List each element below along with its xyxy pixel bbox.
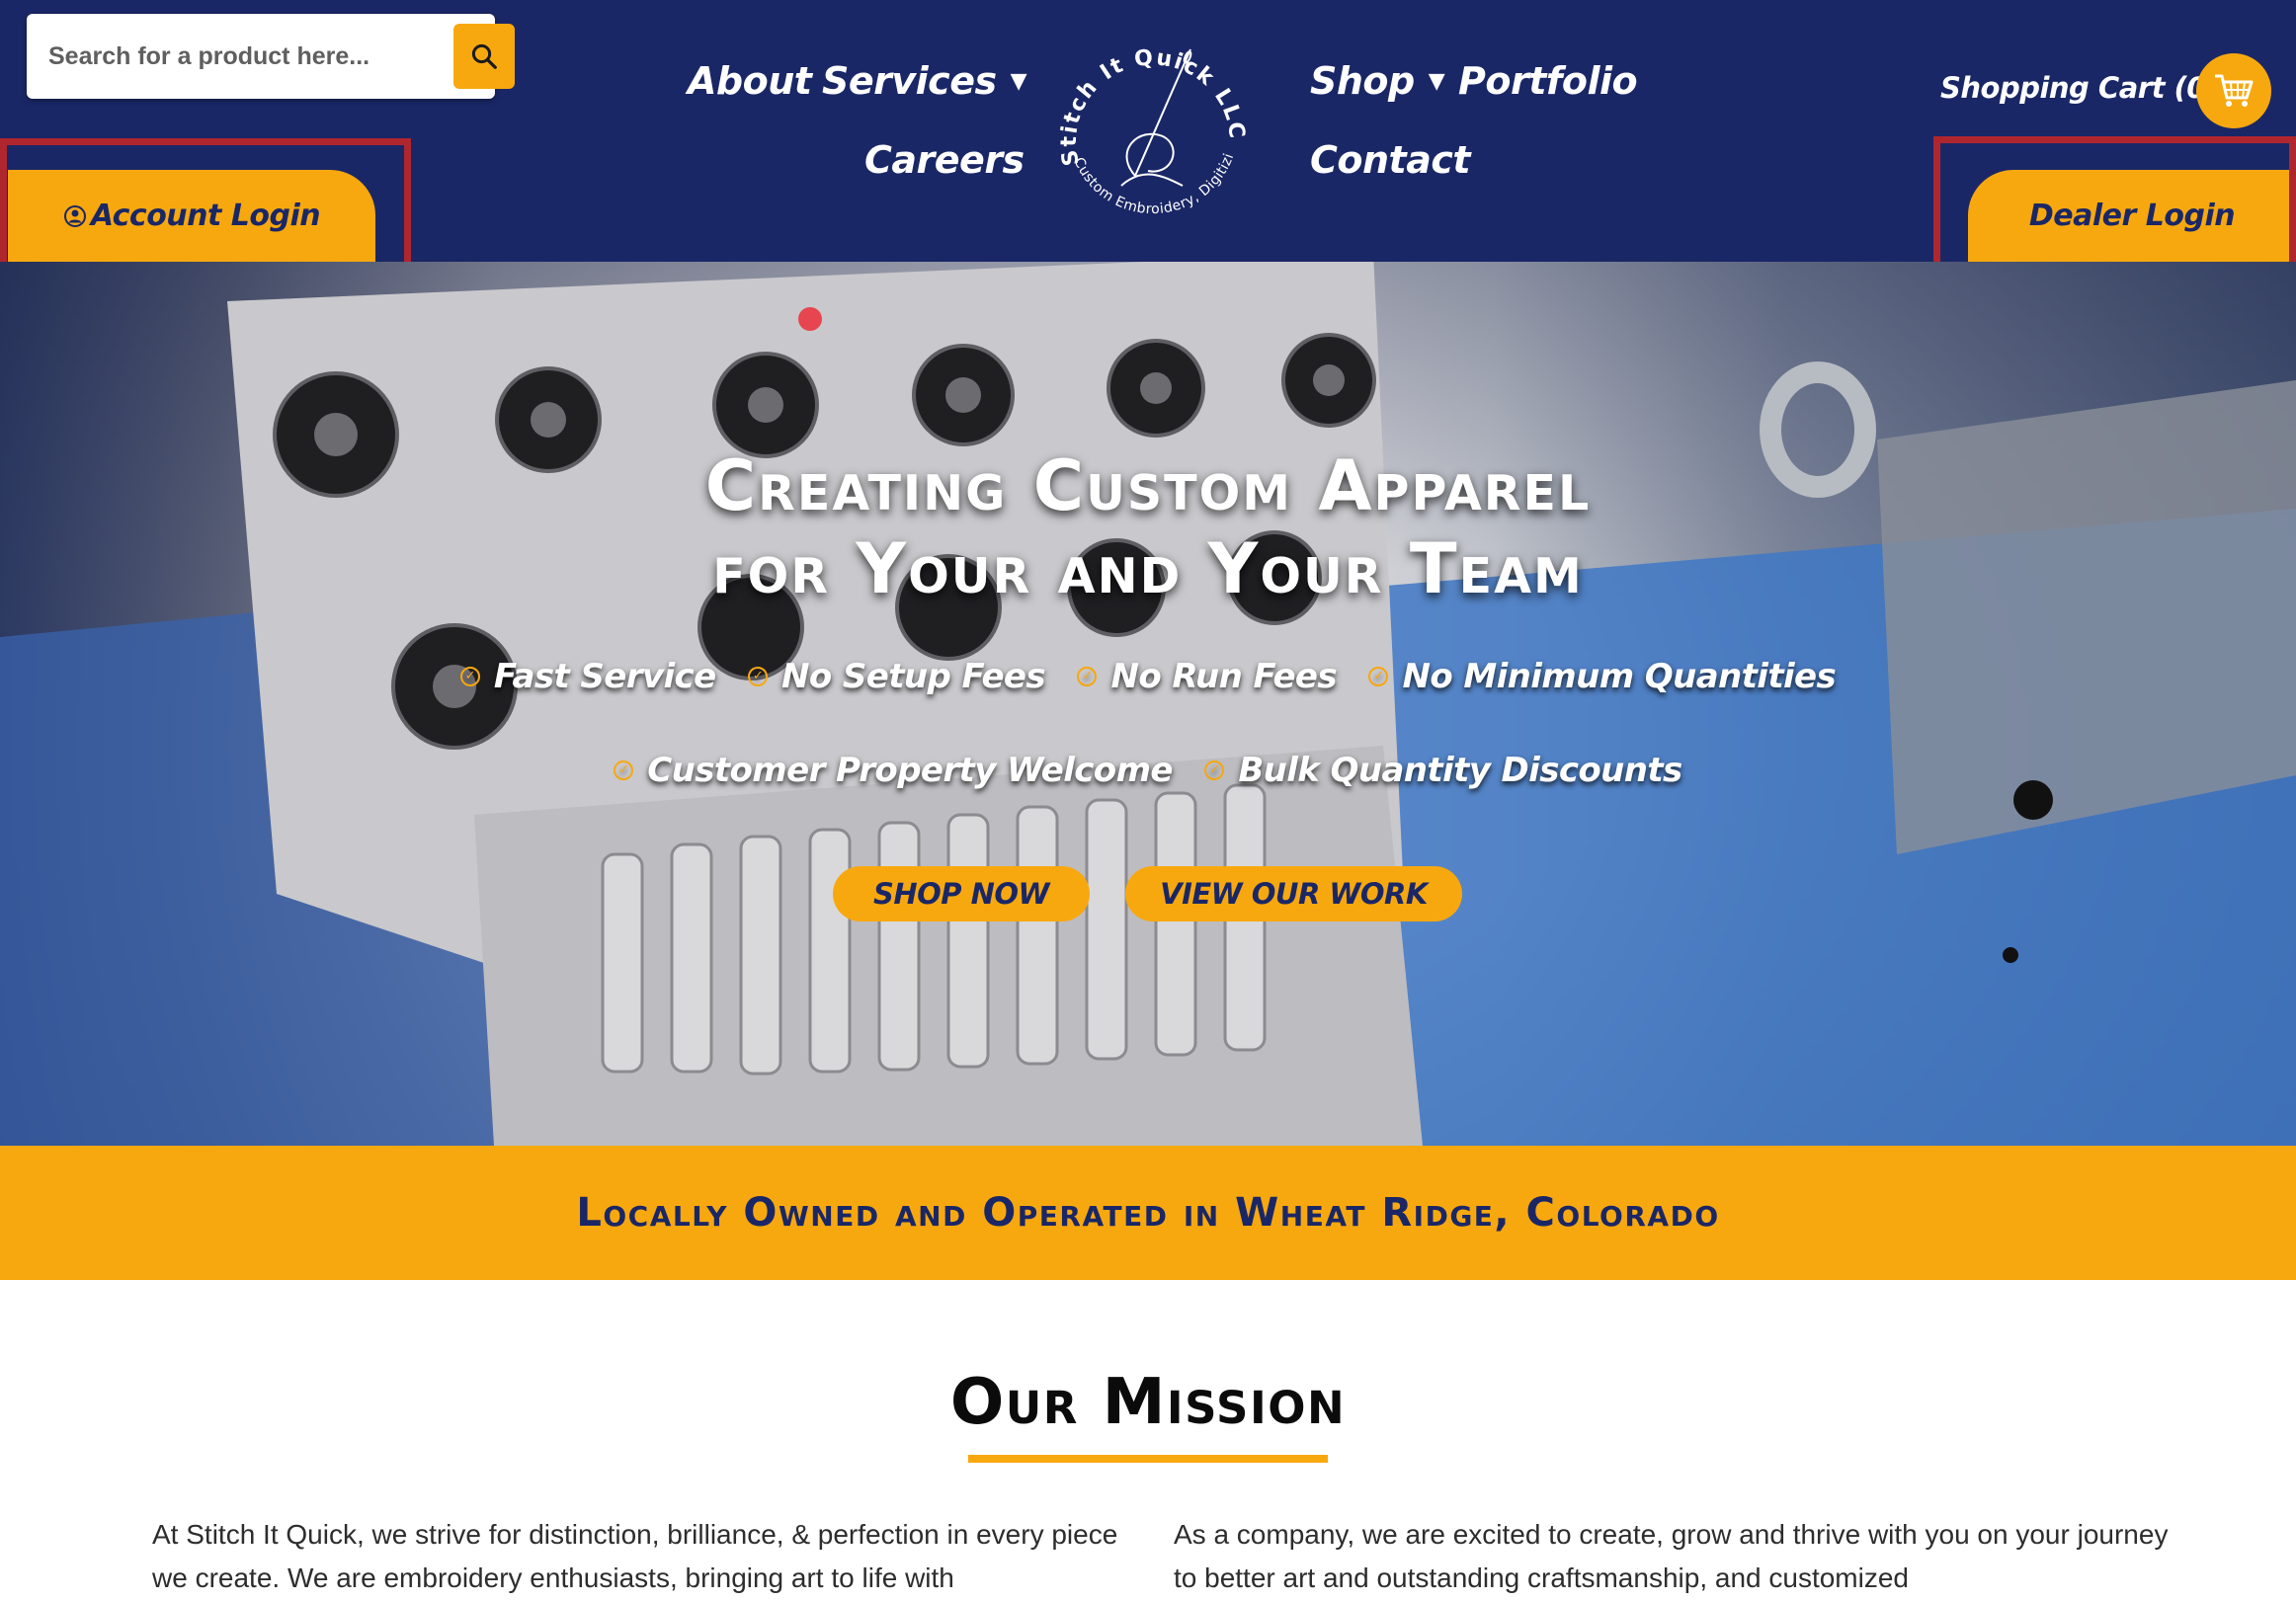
feature-item: ✓ No Minimum Quantities <box>1368 657 1837 696</box>
check-icon: ✓ <box>748 667 769 686</box>
features-row-1: ✓ Fast Service ✓ No Setup Fees ✓ No Run Fee… <box>0 657 2296 696</box>
feature-item: ✓ No Run Fees <box>1077 657 1338 696</box>
feature-label: No Run Fees <box>1110 657 1338 696</box>
search-input[interactable] <box>48 32 424 81</box>
shop-now-button[interactable]: SHOP NOW <box>833 866 1090 921</box>
feature-item: ✓ No Setup Fees <box>748 657 1046 696</box>
features-row-2: ✓ Customer Property Welcome ✓ Bulk Quantit… <box>0 751 2296 790</box>
search-icon <box>471 43 497 69</box>
nav-portfolio[interactable]: Portfolio <box>1458 59 1638 103</box>
hero-title-line1: Creating Custom Apparel <box>704 445 1592 526</box>
nav-contact[interactable]: Contact <box>1310 138 1471 182</box>
embroidery-machine-image <box>0 262 2296 1146</box>
nav-services-label: Services <box>822 59 997 103</box>
account-login-label: Account Login <box>90 199 321 233</box>
shop-now-label: SHOP NOW <box>872 877 1050 911</box>
feature-label: Bulk Quantity Discounts <box>1238 751 1682 790</box>
mission-text-right: As a company, we are excited to create, … <box>1174 1519 2169 1593</box>
chevron-down-icon: ▼ <box>1428 69 1445 94</box>
feature-item: ✓ Customer Property Welcome <box>614 751 1173 790</box>
search-button[interactable] <box>453 24 515 89</box>
chevron-down-icon: ▼ <box>1010 69 1027 94</box>
nav-shop-label: Shop <box>1310 59 1415 103</box>
location-banner-text: Locally Owned and Operated in Wheat Ridg… <box>576 1190 1720 1236</box>
site-logo[interactable]: Stitch It Quick LLC Custom Embroidery, D… <box>1044 28 1262 245</box>
check-icon: ✓ <box>459 667 480 686</box>
nav-about[interactable]: About <box>688 59 812 103</box>
nav-shop[interactable]: Shop ▼ <box>1310 59 1445 103</box>
mission-text-left: At Stitch It Quick, we strive for distin… <box>152 1519 1118 1593</box>
view-our-work-button[interactable]: VIEW OUR WORK <box>1125 866 1462 921</box>
feature-label: Fast Service <box>493 657 716 696</box>
check-icon: ✓ <box>1077 667 1098 686</box>
feature-label: No Setup Fees <box>781 657 1046 696</box>
nav-services[interactable]: Services ▼ <box>822 59 1027 103</box>
logo-top-text: Stitch It Quick LLC <box>1057 45 1247 168</box>
shopping-cart-link[interactable]: Shopping Cart (0) <box>1940 71 2219 105</box>
feature-item: ✓ Fast Service <box>459 657 716 696</box>
check-icon: ✓ <box>614 760 634 780</box>
mission-title-underline <box>968 1455 1328 1463</box>
view-our-work-label: VIEW OUR WORK <box>1160 877 1428 911</box>
dealer-login-button[interactable]: Dealer Login <box>1968 170 2296 262</box>
hero-section: Creating Custom Apparel for Your and You… <box>0 262 2296 1146</box>
feature-label: Customer Property Welcome <box>647 751 1173 790</box>
user-circle-icon <box>63 204 86 227</box>
site-header: About Services▼ Careers Shop▼ Portfolio … <box>0 0 2296 262</box>
nav-careers[interactable]: Careers <box>864 138 1025 182</box>
location-banner: Locally Owned and Operated in Wheat Ridg… <box>0 1146 2296 1280</box>
hero-title-line2: for Your and Your Team <box>712 528 1584 609</box>
svg-text:Stitch It Quick LLC: Stitch It Quick LLC <box>1057 45 1249 168</box>
hero-title: Creating Custom Apparel for Your and You… <box>0 444 2296 610</box>
feature-label: No Minimum Quantities <box>1402 657 1837 696</box>
dealer-login-label: Dealer Login <box>2028 199 2236 233</box>
mission-title: Our Mission <box>949 1366 1347 1439</box>
account-login-button[interactable]: Account Login <box>8 170 375 262</box>
check-icon: ✓ <box>1368 667 1389 686</box>
cart-button[interactable] <box>2196 53 2271 128</box>
search-bar <box>27 14 515 99</box>
check-icon: ✓ <box>1204 760 1225 780</box>
cart-icon <box>2215 74 2254 107</box>
feature-item: ✓ Bulk Quantity Discounts <box>1204 751 1682 790</box>
